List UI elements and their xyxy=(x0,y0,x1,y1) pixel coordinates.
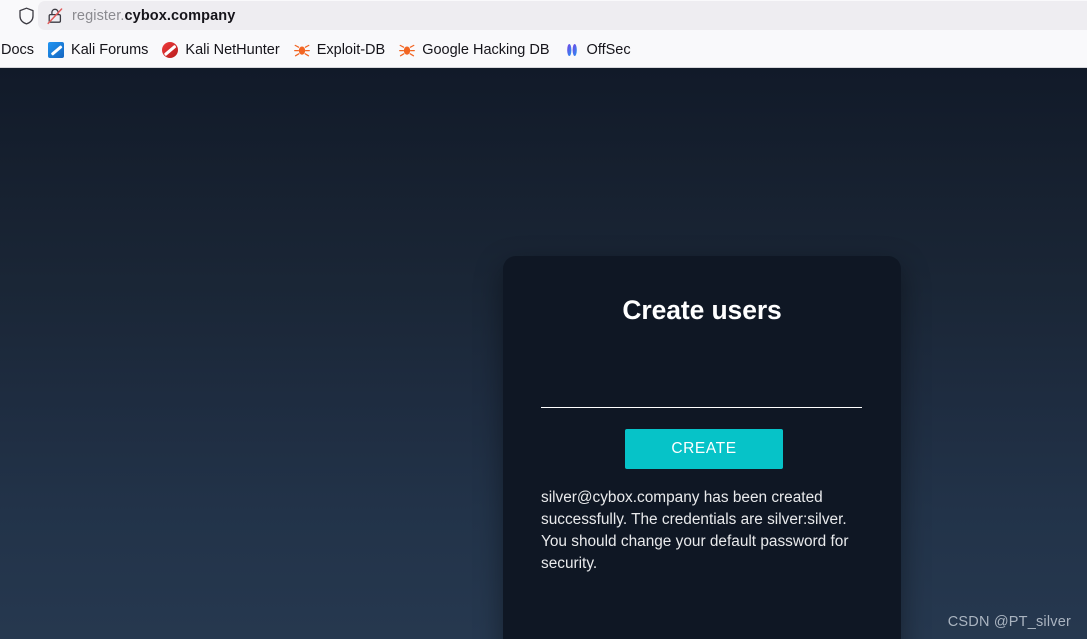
bookmark-label: Exploit-DB xyxy=(316,41,386,58)
url-bar-row: register.cybox.company xyxy=(0,0,1087,32)
page-title: Create users xyxy=(622,295,782,325)
bookmark-exploit-db[interactable]: Exploit-DB xyxy=(288,37,392,63)
bookmark-label: Kali Forums xyxy=(71,41,149,58)
url-text[interactable]: register.cybox.company xyxy=(72,0,235,32)
exploit-db-icon xyxy=(293,42,310,58)
shield-icon[interactable] xyxy=(18,7,35,25)
kali-nethunter-icon xyxy=(162,41,179,58)
create-users-card: Create users CREATE silver@cybox.company… xyxy=(503,256,901,639)
bookmark-kali-nethunter[interactable]: Kali NetHunter xyxy=(156,37,285,63)
bookmarks-toolbar: Docs Kali Forums Kali NetHunter Exploit-… xyxy=(0,32,1087,68)
bookmark-docs[interactable]: Docs xyxy=(0,37,40,63)
bookmark-label: Kali NetHunter xyxy=(185,41,280,58)
watermark: CSDN @PT_silver xyxy=(947,614,1071,630)
bookmark-offsec[interactable]: OffSec xyxy=(558,37,637,63)
url-domain: cybox.company xyxy=(124,8,236,24)
bookmark-kali-forums[interactable]: Kali Forums xyxy=(42,37,154,63)
browser-chrome: register.cybox.company Docs Kali Forums … xyxy=(0,0,1087,68)
bookmark-google-hacking-db[interactable]: Google Hacking DB xyxy=(393,37,555,63)
offsec-icon xyxy=(564,42,580,58)
create-button[interactable]: CREATE xyxy=(625,429,783,469)
status-message: silver@cybox.company has been created su… xyxy=(541,489,849,572)
bookmark-label: Docs xyxy=(1,41,35,58)
username-input[interactable] xyxy=(541,376,862,408)
bookmark-label: Google Hacking DB xyxy=(422,41,550,58)
kali-forums-icon xyxy=(48,41,65,58)
bookmark-label: OffSec xyxy=(586,41,631,58)
url-subdomain: register. xyxy=(72,8,125,24)
page-content: Create users CREATE silver@cybox.company… xyxy=(0,68,1087,639)
lock-crossed-out-icon[interactable] xyxy=(46,6,64,26)
google-hacking-db-icon xyxy=(399,42,416,58)
username-field-wrapper xyxy=(541,376,862,410)
